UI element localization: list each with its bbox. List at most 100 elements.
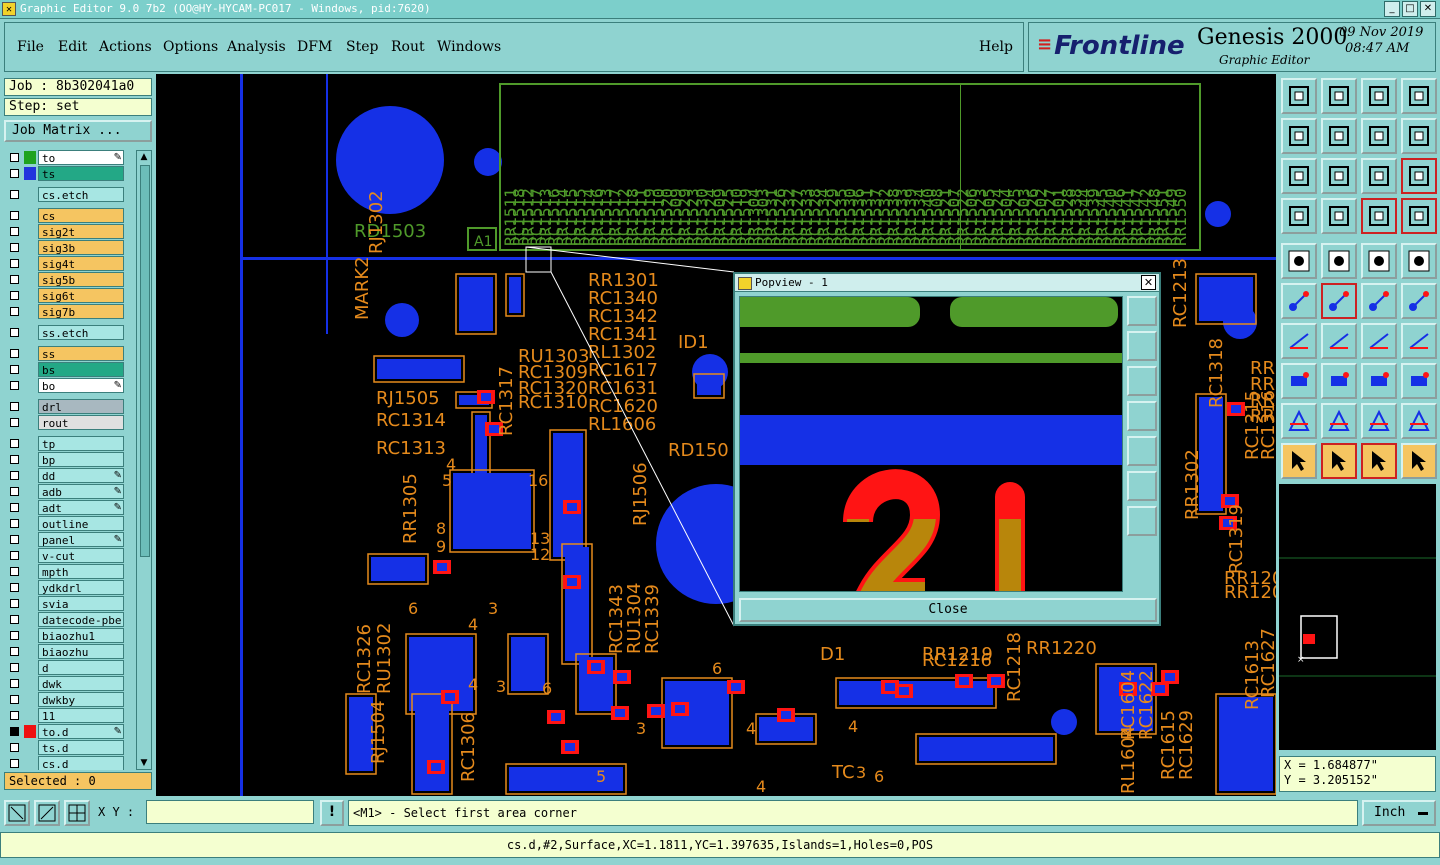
- measure-button[interactable]: [34, 800, 60, 826]
- menu-dfm[interactable]: DFM: [297, 39, 332, 55]
- cross-tool[interactable]: [1321, 283, 1357, 319]
- rotate-tool[interactable]: [1361, 323, 1397, 359]
- layer-checkbox[interactable]: [10, 259, 19, 268]
- layer-row[interactable]: sig3b: [4, 240, 128, 255]
- layer-checkbox[interactable]: [10, 631, 19, 640]
- overview-map[interactable]: ×: [1279, 484, 1436, 750]
- layer-name[interactable]: outline: [38, 516, 124, 531]
- layer-name[interactable]: adt: [38, 500, 124, 515]
- layer-row[interactable]: ss: [4, 346, 128, 361]
- layer-checkbox[interactable]: [10, 227, 19, 236]
- layer-checkbox[interactable]: [10, 455, 19, 464]
- layer-name[interactable]: datecode-pbe: [38, 612, 124, 627]
- layer-color-swatch[interactable]: [24, 629, 36, 642]
- layer-checkbox[interactable]: [10, 551, 19, 560]
- layer-color-swatch[interactable]: [24, 225, 36, 238]
- layer-name[interactable]: sig2t: [38, 224, 124, 239]
- scroll-up-arrow[interactable]: ▲: [138, 152, 150, 162]
- layer-checkbox[interactable]: [10, 471, 19, 480]
- layer-checkbox[interactable]: [10, 583, 19, 592]
- dot-tool[interactable]: [1401, 243, 1437, 279]
- popview-pan-left-button[interactable]: [1127, 401, 1157, 431]
- arrow-right-tool[interactable]: [1321, 118, 1357, 154]
- menu-windows[interactable]: Windows: [437, 39, 501, 55]
- dimension-tool[interactable]: [1361, 363, 1397, 399]
- features-tool[interactable]: [1361, 198, 1397, 234]
- layer-name[interactable]: drl: [38, 399, 124, 414]
- layer-name[interactable]: sig5b: [38, 272, 124, 287]
- layer-checkbox[interactable]: [10, 727, 19, 736]
- layer-color-swatch[interactable]: [24, 167, 36, 180]
- fit-tool[interactable]: [1281, 158, 1317, 194]
- layer-color-swatch[interactable]: [24, 533, 36, 546]
- slash-tool[interactable]: [1321, 323, 1357, 359]
- layer-row[interactable]: outline: [4, 516, 128, 531]
- layer-color-swatch[interactable]: [24, 305, 36, 318]
- scroll-down-arrow[interactable]: ▼: [138, 758, 150, 768]
- pointer-box-tool[interactable]: [1321, 443, 1357, 479]
- layer-checkbox[interactable]: [10, 153, 19, 162]
- layer-name[interactable]: ts.d: [38, 740, 124, 755]
- swap-tool[interactable]: [1361, 118, 1397, 154]
- layer-row[interactable]: biaozhu1: [4, 628, 128, 643]
- layer-row[interactable]: bo ✎: [4, 378, 128, 393]
- layer-color-swatch[interactable]: [24, 379, 36, 392]
- layer-row[interactable]: rout: [4, 415, 128, 430]
- layer-row[interactable]: cs.d: [4, 756, 128, 770]
- layer-name[interactable]: svia: [38, 596, 124, 611]
- pointer-box-alt-tool[interactable]: [1361, 443, 1397, 479]
- layer-row[interactable]: v-cut: [4, 548, 128, 563]
- layer-checkbox[interactable]: [10, 243, 19, 252]
- layer-name[interactable]: bo: [38, 378, 124, 393]
- close-window-button[interactable]: ✕: [1420, 1, 1436, 17]
- layer-color-swatch[interactable]: [24, 597, 36, 610]
- menu-edit[interactable]: Edit: [58, 39, 87, 55]
- layer-color-swatch[interactable]: [24, 326, 36, 339]
- layer-color-swatch[interactable]: [24, 188, 36, 201]
- layer-checkbox[interactable]: [10, 743, 19, 752]
- minimize-button[interactable]: _: [1384, 1, 1400, 17]
- layer-color-swatch[interactable]: [24, 347, 36, 360]
- layer-name[interactable]: cs: [38, 208, 124, 223]
- ratio-tool[interactable]: [1361, 158, 1397, 194]
- layer-color-swatch[interactable]: [24, 400, 36, 413]
- layer-color-swatch[interactable]: [24, 453, 36, 466]
- layer-checkbox[interactable]: [10, 695, 19, 704]
- scroll-thumb[interactable]: [140, 165, 150, 557]
- layer-name[interactable]: v-cut: [38, 548, 124, 563]
- minus-tool[interactable]: [1321, 363, 1357, 399]
- layer-checkbox[interactable]: [10, 307, 19, 316]
- layer-checkbox[interactable]: [10, 647, 19, 656]
- triangle-b-tool[interactable]: [1361, 403, 1397, 439]
- layer-row[interactable]: drl: [4, 399, 128, 414]
- layer-checkbox[interactable]: [10, 402, 19, 411]
- menu-rout[interactable]: Rout: [391, 39, 425, 55]
- layer-checkbox[interactable]: [10, 365, 19, 374]
- menu-options[interactable]: Options: [163, 39, 218, 55]
- layer-color-swatch[interactable]: [24, 661, 36, 674]
- layer-color-swatch[interactable]: [24, 469, 36, 482]
- layer-list-scrollbar[interactable]: ▲ ▼: [136, 150, 152, 770]
- layer-color-swatch[interactable]: [24, 437, 36, 450]
- layer-name[interactable]: biaozhu1: [38, 628, 124, 643]
- layer-row[interactable]: cs.etch: [4, 187, 128, 202]
- line-tool[interactable]: [1321, 243, 1357, 279]
- layer-color-swatch[interactable]: [24, 273, 36, 286]
- layer-checkbox[interactable]: [10, 567, 19, 576]
- layer-name[interactable]: to.d: [38, 724, 124, 739]
- home-up-tool[interactable]: [1281, 78, 1317, 114]
- layer-color-swatch[interactable]: [24, 416, 36, 429]
- snap-tool[interactable]: [1281, 198, 1317, 234]
- flip-tool[interactable]: [1401, 323, 1437, 359]
- layer-row[interactable]: bs: [4, 362, 128, 377]
- layer-name[interactable]: sig4t: [38, 256, 124, 271]
- layer-color-swatch[interactable]: [24, 693, 36, 706]
- warning-button[interactable]: !: [320, 800, 344, 826]
- layer-row[interactable]: svia: [4, 596, 128, 611]
- triangle-a-tool[interactable]: [1321, 403, 1357, 439]
- units-select[interactable]: Inch: [1362, 800, 1436, 826]
- layer-color-swatch[interactable]: [24, 289, 36, 302]
- layer-checkbox[interactable]: [10, 275, 19, 284]
- menu-analysis[interactable]: Analysis: [227, 39, 286, 55]
- layer-row[interactable]: datecode-pbe: [4, 612, 128, 627]
